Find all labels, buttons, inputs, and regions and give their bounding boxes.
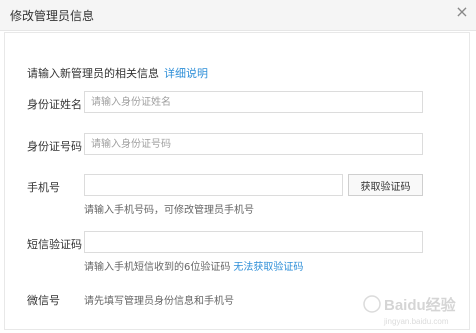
- get-code-button[interactable]: 获取验证码: [348, 174, 423, 196]
- phone-hint: 请输入手机号码，可修改管理员手机号: [84, 205, 254, 216]
- wechat-note: 请先填写管理员身份信息和手机号: [84, 296, 234, 307]
- cannot-get-code-link[interactable]: 无法获取验证码: [233, 262, 303, 273]
- wechat-label: 微信号: [27, 294, 60, 307]
- id-name-label: 身份证姓名: [27, 98, 82, 111]
- edit-admin-dialog: 修改管理员信息 × 请输入新管理员的相关信息详细说明 身份证姓名 身份证号码 手…: [0, 0, 476, 333]
- watermark-title: Baidu经验: [384, 296, 457, 314]
- sms-code-input[interactable]: [84, 231, 423, 253]
- watermark-sub: jingyan.baidu.com: [383, 317, 449, 326]
- close-icon[interactable]: ×: [454, 4, 470, 20]
- phone-input[interactable]: [84, 174, 343, 196]
- id-number-input[interactable]: [84, 133, 423, 155]
- sms-hint: 请输入手机短信收到的6位验证码: [84, 262, 231, 273]
- details-link[interactable]: 详细说明: [164, 67, 208, 80]
- paw-icon: [363, 295, 381, 313]
- id-name-input[interactable]: [84, 91, 423, 113]
- id-number-label: 身份证号码: [27, 140, 82, 153]
- intro-text: 请输入新管理员的相关信息 详细说明: [27, 65, 208, 81]
- sms-hint-row: 请输入手机短信收到的6位验证码 无法获取验证码: [84, 258, 303, 273]
- sms-code-label: 短信验证码: [27, 238, 82, 251]
- dialog-titlebar: 修改管理员信息 ×: [0, 0, 476, 31]
- phone-label: 手机号: [27, 181, 60, 194]
- dialog-title: 修改管理员信息: [10, 9, 95, 23]
- baidu-watermark: Baidu经验 jingyan.baidu.com: [363, 295, 457, 326]
- intro-label: 请输入新管理员的相关信息: [27, 67, 159, 80]
